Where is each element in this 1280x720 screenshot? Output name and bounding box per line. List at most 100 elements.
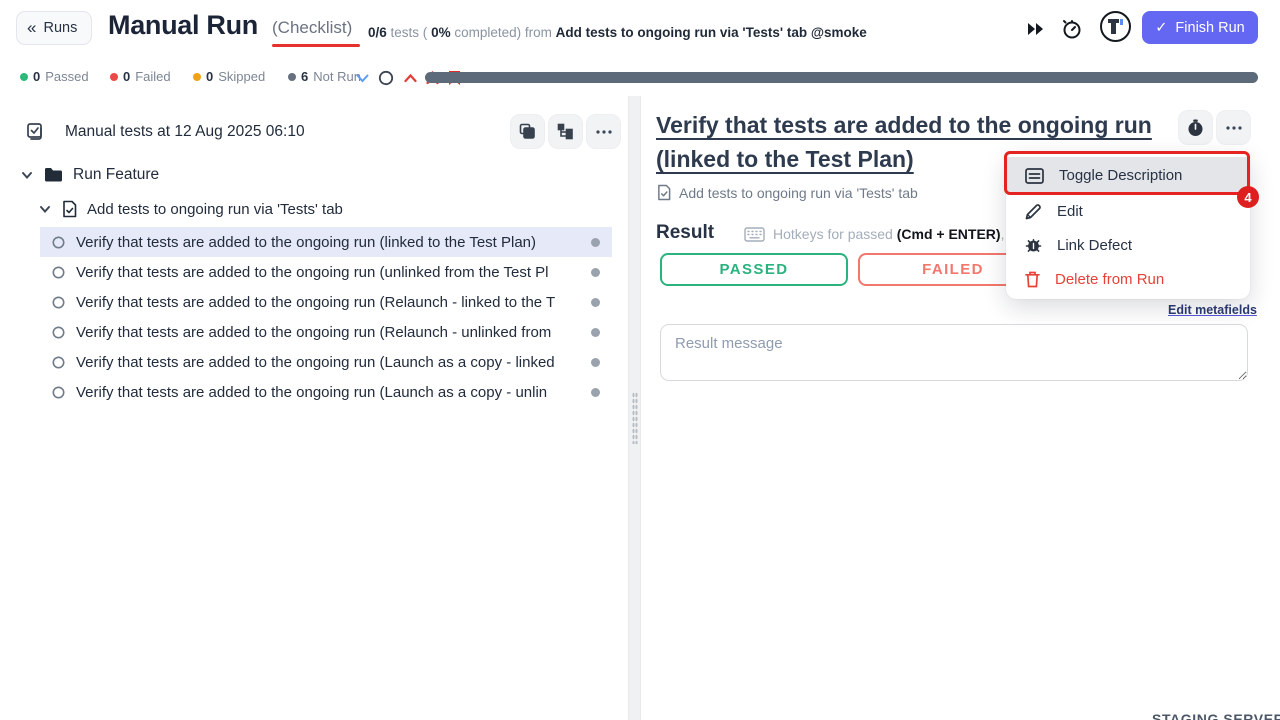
test-status-circle-icon bbox=[52, 386, 65, 399]
back-to-runs-button[interactable]: « Runs bbox=[16, 11, 92, 45]
failed-dot-icon bbox=[110, 73, 118, 81]
check-icon: ✓ bbox=[1155, 20, 1167, 36]
test-title: Verify that tests are added to the ongoi… bbox=[76, 234, 536, 251]
priority-up-icon[interactable] bbox=[400, 68, 420, 88]
stopwatch-icon[interactable] bbox=[1058, 15, 1086, 43]
failed-label: Failed bbox=[135, 69, 170, 84]
passed-count: 0 bbox=[33, 69, 40, 84]
app-window: « Runs Manual Run (Checklist) 0/6 tests … bbox=[0, 0, 1280, 720]
folder-label: Run Feature bbox=[73, 166, 159, 184]
test-row[interactable]: Verify that tests are added to the ongoi… bbox=[40, 377, 612, 407]
menu-item-edit[interactable]: Edit bbox=[1006, 194, 1250, 228]
stat-notrun: 6 Not Run bbox=[288, 69, 361, 84]
folder-icon bbox=[44, 167, 63, 183]
suite-reference[interactable]: Add tests to ongoing run via 'Tests' tab bbox=[657, 184, 918, 201]
tree-view-button[interactable] bbox=[548, 114, 583, 149]
test-title: Verify that tests are added to the ongoi… bbox=[76, 294, 555, 311]
test-status-circle-icon bbox=[52, 236, 65, 249]
status-summary-row: 0 Passed 0 Failed 0 Skipped 6 Not Run bbox=[0, 64, 1280, 92]
collapse-chevron-down-icon[interactable] bbox=[352, 68, 372, 88]
timer-button[interactable] bbox=[1178, 110, 1213, 145]
tree-suite[interactable]: Add tests to ongoing run via 'Tests' tab bbox=[38, 200, 343, 218]
chevrons-left-icon: « bbox=[27, 18, 36, 38]
test-title: Verify that tests are added to the ongoi… bbox=[76, 384, 547, 401]
finish-run-label: Finish Run bbox=[1175, 20, 1244, 36]
test-row[interactable]: Verify that tests are added to the ongoi… bbox=[40, 287, 612, 317]
menu-item-delete-from-run[interactable]: Delete from Run bbox=[1006, 262, 1250, 296]
stat-passed: 0 Passed bbox=[20, 69, 89, 84]
stat-failed: 0 Failed bbox=[110, 69, 171, 84]
panel-resize-handle[interactable] bbox=[628, 96, 641, 720]
red-underline-annotation bbox=[272, 44, 360, 47]
skipped-dot-icon bbox=[193, 73, 201, 81]
run-progress-bar[interactable] bbox=[425, 72, 1258, 83]
notrun-pip-icon bbox=[591, 328, 600, 337]
menu-item-toggle-description[interactable]: Toggle Description bbox=[1006, 157, 1250, 194]
file-check-icon bbox=[62, 200, 77, 218]
menu-item-link-defect[interactable]: Link Defect bbox=[1006, 228, 1250, 262]
menu-item-label: Link Defect bbox=[1057, 237, 1132, 254]
checklist-subtitle[interactable]: (Checklist) bbox=[272, 18, 352, 37]
circle-filter-icon[interactable] bbox=[376, 68, 396, 88]
test-status-circle-icon bbox=[52, 326, 65, 339]
stat-skipped: 0 Skipped bbox=[193, 69, 265, 84]
tests-count: 0/6 bbox=[368, 25, 387, 40]
passed-dot-icon bbox=[20, 73, 28, 81]
passed-label: Passed bbox=[45, 69, 88, 84]
test-more-button[interactable] bbox=[1216, 110, 1251, 145]
top-bar: « Runs Manual Run (Checklist) 0/6 tests … bbox=[0, 0, 1280, 58]
notrun-count: 6 bbox=[301, 69, 308, 84]
fast-forward-icon[interactable] bbox=[1022, 15, 1050, 43]
hotkeys-text: Hotkeys for passed (Cmd + ENTER), fai bbox=[773, 226, 1023, 242]
checklist-subtitle-wrap: (Checklist) bbox=[272, 18, 352, 38]
skipped-label: Skipped bbox=[218, 69, 265, 84]
chevron-down-icon bbox=[38, 202, 52, 216]
test-row[interactable]: Verify that tests are added to the ongoi… bbox=[40, 317, 612, 347]
run-source: Add tests to ongoing run via 'Tests' tab… bbox=[556, 25, 867, 40]
grip-dots-icon bbox=[632, 392, 638, 444]
test-title: Verify that tests are added to the ongoi… bbox=[76, 354, 555, 371]
suite-reference-label: Add tests to ongoing run via 'Tests' tab bbox=[679, 185, 918, 201]
notrun-pip-icon bbox=[591, 268, 600, 277]
suite-label: Add tests to ongoing run via 'Tests' tab bbox=[87, 201, 343, 218]
notrun-pip-icon bbox=[591, 298, 600, 307]
bug-icon bbox=[1025, 237, 1042, 254]
finish-run-button[interactable]: ✓ Finish Run bbox=[1142, 11, 1258, 44]
annotation-badge: 4 bbox=[1237, 186, 1259, 208]
copy-tests-button[interactable] bbox=[510, 114, 545, 149]
passed-button[interactable]: PASSED bbox=[660, 253, 848, 286]
test-status-circle-icon bbox=[52, 356, 65, 369]
notrun-pip-icon bbox=[591, 358, 600, 367]
testomat-logo[interactable] bbox=[1100, 11, 1131, 42]
edit-metafields-link[interactable]: Edit metafields bbox=[1168, 303, 1257, 317]
test-title: Verify that tests are added to the ongoi… bbox=[76, 324, 551, 341]
chevron-down-icon bbox=[20, 168, 34, 182]
result-heading: Result bbox=[656, 222, 714, 244]
failed-count: 0 bbox=[123, 69, 130, 84]
notrun-pip-icon bbox=[591, 388, 600, 397]
description-icon bbox=[1025, 168, 1044, 184]
tree-folder-run-feature[interactable]: Run Feature bbox=[20, 166, 159, 184]
notrun-pip-icon bbox=[591, 238, 600, 247]
test-context-menu: Toggle Description Edit Link Defect Dele… bbox=[1006, 152, 1250, 299]
tests-word: tests ( bbox=[391, 25, 428, 40]
stopwatch-filled-icon bbox=[1187, 119, 1204, 137]
test-row[interactable]: Verify that tests are added to the ongoi… bbox=[40, 347, 612, 377]
back-to-runs-label: Runs bbox=[43, 20, 77, 36]
trash-icon bbox=[1025, 271, 1040, 288]
run-stats-text: 0/6 tests ( 0% completed) from Add tests… bbox=[368, 25, 867, 40]
run-group-title: Manual tests at 12 Aug 2025 06:10 bbox=[65, 123, 305, 141]
notrun-dot-icon bbox=[288, 73, 296, 81]
panel-more-button[interactable] bbox=[586, 114, 621, 149]
test-row[interactable]: Verify that tests are added to the ongoi… bbox=[40, 227, 612, 257]
menu-item-label: Delete from Run bbox=[1055, 271, 1164, 288]
menu-item-label: Toggle Description bbox=[1059, 167, 1182, 184]
percent-complete: 0% bbox=[431, 25, 451, 40]
completed-word: completed) from bbox=[454, 25, 552, 40]
menu-item-label: Edit bbox=[1057, 203, 1083, 220]
result-message-input[interactable] bbox=[660, 324, 1248, 381]
test-row[interactable]: Verify that tests are added to the ongoi… bbox=[40, 257, 612, 287]
test-title: Verify that tests are added to the ongoi… bbox=[76, 264, 549, 281]
pencil-icon bbox=[1025, 203, 1042, 220]
keyboard-icon bbox=[744, 227, 765, 242]
